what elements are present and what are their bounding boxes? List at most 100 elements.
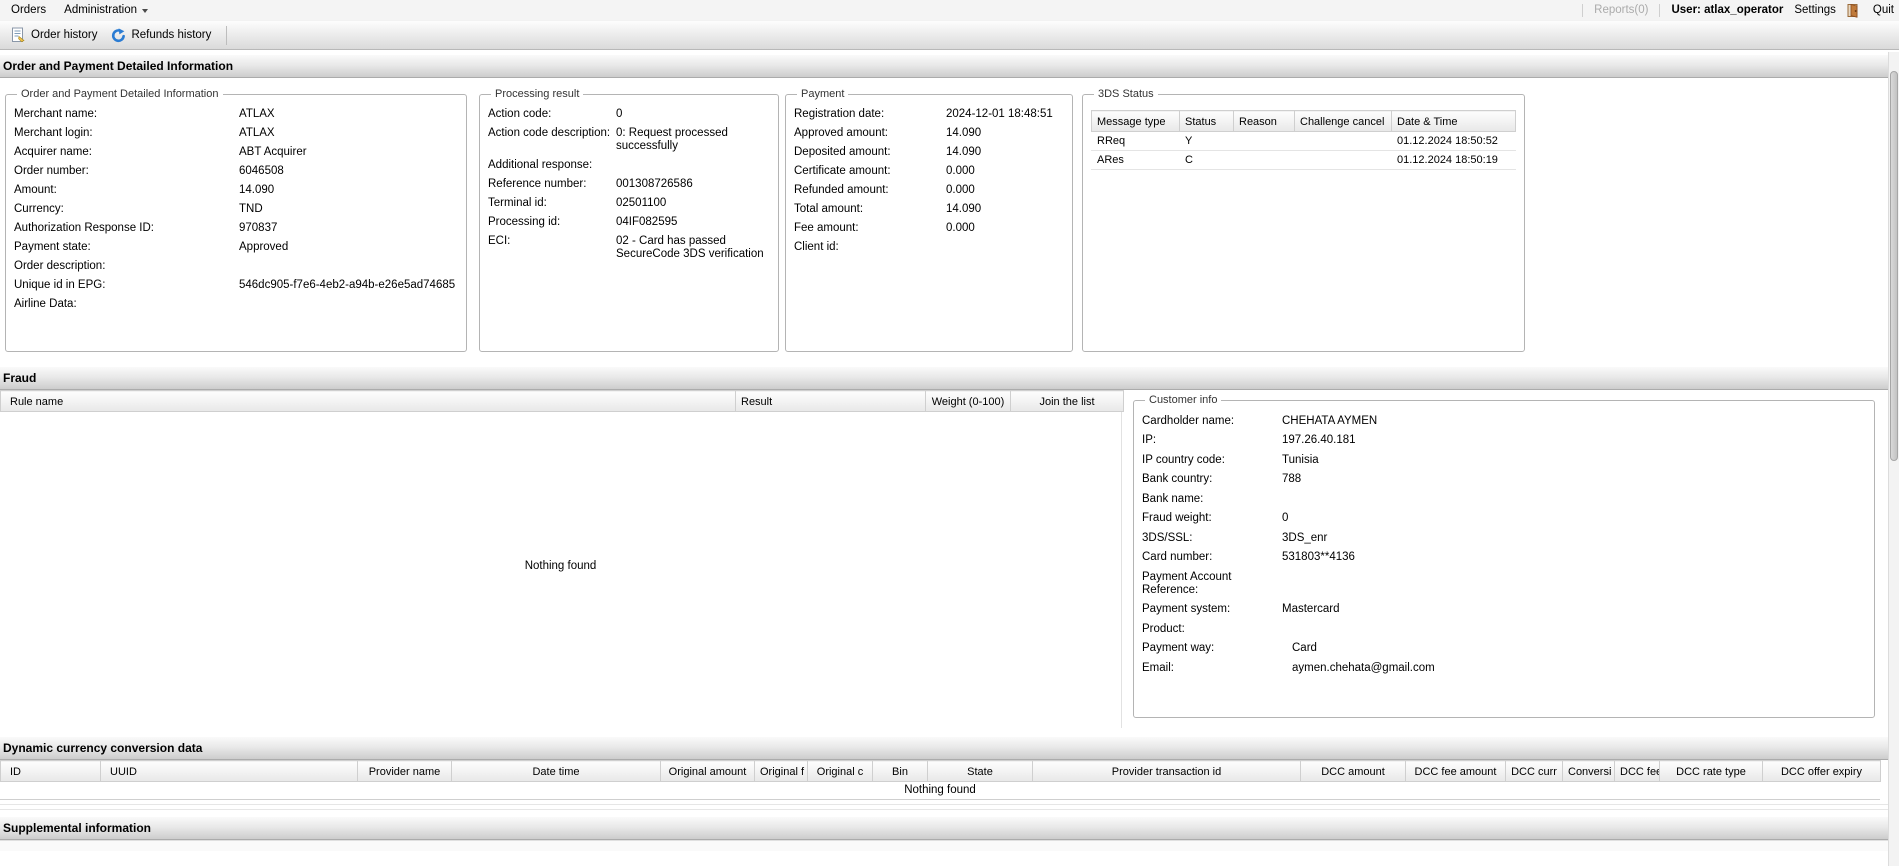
- column-header[interactable]: DCC fee: [1614, 760, 1660, 782]
- cell: C: [1179, 150, 1234, 170]
- field-label: Payment system:: [1142, 603, 1231, 615]
- field-label: Authorization Response ID:: [14, 222, 154, 234]
- column-header[interactable]: Bin: [872, 760, 928, 782]
- column-header[interactable]: Rule name: [0, 390, 736, 412]
- field-row: Order description:: [14, 256, 458, 275]
- cell: [1233, 150, 1295, 170]
- column-header[interactable]: Date time: [451, 760, 661, 782]
- field-value: 0.000: [946, 184, 975, 196]
- reports-link[interactable]: Reports(0): [1594, 4, 1648, 16]
- field-label: Certificate amount:: [794, 165, 891, 177]
- column-header[interactable]: DCC curr: [1505, 760, 1563, 782]
- empty-table-message: Nothing found: [0, 782, 1880, 800]
- field-row: Processing id: 04IF082595: [488, 212, 770, 231]
- field-row: Reference number: 001308726586: [488, 174, 770, 193]
- column-header[interactable]: Date & Time: [1391, 110, 1516, 132]
- column-header[interactable]: Join the list: [1010, 390, 1124, 412]
- column-header[interactable]: Original c: [807, 760, 873, 782]
- menu-administration-label: Administration: [64, 4, 138, 16]
- column-header[interactable]: Weight (0-100): [925, 390, 1011, 412]
- field-row: Authorization Response ID: 970837: [14, 218, 458, 237]
- column-header[interactable]: Original amount: [660, 760, 755, 782]
- field-row: Action code: 0: [488, 104, 770, 123]
- field-row: Fraud weight: 0: [1142, 508, 1866, 528]
- refunds-history-tab[interactable]: Refunds history: [104, 25, 218, 46]
- field-label: Bank name:: [1142, 492, 1204, 505]
- fieldset-customer-info: Customer info Cardholder name: CHEHATA AY…: [1133, 394, 1875, 718]
- empty-table-message: Nothing found: [0, 412, 1122, 728]
- menubar: Orders Administration Reports(0) User: a…: [0, 0, 1899, 20]
- field-value: [1282, 571, 1866, 597]
- exit-door-icon[interactable]: [1847, 3, 1862, 18]
- menubar-right: Reports(0) User: atlax_operator Settings…: [1582, 3, 1897, 18]
- field-label: Currency:: [14, 203, 64, 215]
- column-header[interactable]: DCC offer expiry: [1762, 760, 1881, 782]
- column-header[interactable]: Conversi: [1562, 760, 1615, 782]
- cell: 01.12.2024 18:50:52: [1391, 131, 1516, 151]
- order-history-icon: [11, 27, 26, 43]
- field-value: 02 - Card has passed SecureCode 3DS veri…: [616, 235, 764, 260]
- column-header[interactable]: Reason: [1233, 110, 1295, 132]
- field-label: Reference number:: [488, 178, 587, 190]
- field-row: Bank name:: [1142, 488, 1866, 508]
- settings-link[interactable]: Settings: [1794, 4, 1836, 16]
- field-value: 14.090: [946, 203, 982, 215]
- column-header[interactable]: Provider name: [357, 760, 452, 782]
- field-label: Client id:: [794, 241, 839, 253]
- field-label: Bank country:: [1142, 473, 1213, 485]
- field-label: Additional response:: [488, 159, 593, 171]
- vertical-scrollbar[interactable]: [1888, 52, 1899, 866]
- field-value: 14.090: [946, 127, 982, 139]
- column-header[interactable]: State: [927, 760, 1033, 782]
- field-label: Cardholder name:: [1142, 414, 1235, 427]
- cell: [1233, 131, 1295, 151]
- field-value: 0.000: [946, 222, 975, 234]
- field-value: 788: [1282, 473, 1302, 485]
- column-header[interactable]: Original f: [754, 760, 808, 782]
- field-value: 0: [1282, 512, 1289, 524]
- field-value: 2024-12-01 18:48:51: [946, 108, 1053, 120]
- dcc-table: ID UUID Provider name Date time Original…: [0, 760, 1881, 782]
- column-header[interactable]: DCC amount: [1300, 760, 1406, 782]
- field-label: Action code:: [488, 108, 552, 120]
- field-value: ATLAX: [239, 108, 275, 120]
- field-label: Order number:: [14, 165, 89, 177]
- table-row[interactable]: ARes C 01.12.2024 18:50:19: [1091, 150, 1516, 170]
- application-window: Orders Administration Reports(0) User: a…: [0, 0, 1899, 866]
- column-header[interactable]: Message type: [1091, 110, 1180, 132]
- column-header[interactable]: UUID: [100, 760, 358, 782]
- column-header[interactable]: Provider transaction id: [1032, 760, 1301, 782]
- menubar-divider: [1659, 3, 1661, 17]
- cell: [1294, 131, 1392, 151]
- table-row[interactable]: RReq Y 01.12.2024 18:50:52: [1091, 131, 1516, 151]
- table-header-row: ID UUID Provider name Date time Original…: [0, 760, 1881, 782]
- field-label: Payment Account Reference:: [1142, 570, 1232, 596]
- field-row: Additional response:: [488, 155, 770, 174]
- column-header[interactable]: DCC fee amount: [1405, 760, 1506, 782]
- column-header[interactable]: DCC rate type: [1659, 760, 1763, 782]
- field-row: Merchant name: ATLAX: [14, 104, 458, 123]
- scrollbar-thumb[interactable]: [1890, 71, 1898, 461]
- column-header[interactable]: Result: [735, 390, 926, 412]
- user-label: User: atlax_operator: [1671, 4, 1784, 16]
- column-header[interactable]: ID: [0, 760, 101, 782]
- section-header-supplemental: Supplemental information: [0, 816, 1899, 840]
- column-header[interactable]: Status: [1179, 110, 1234, 132]
- cell: Y: [1179, 131, 1234, 151]
- field-row: Merchant login: ATLAX: [14, 123, 458, 142]
- order-history-tab[interactable]: Order history: [4, 24, 104, 46]
- fraud-table-area: Rule name Result Weight (0-100) Join the…: [0, 390, 1124, 728]
- section-header-order-payment: Order and Payment Detailed Information: [0, 54, 1899, 78]
- field-row: Terminal id: 02501100: [488, 193, 770, 212]
- field-label: Fee amount:: [794, 222, 859, 234]
- field-label: Email:: [1142, 661, 1174, 674]
- field-value: Card: [1292, 642, 1317, 654]
- quit-link[interactable]: Quit: [1873, 4, 1894, 16]
- column-header[interactable]: Challenge cancel: [1294, 110, 1392, 132]
- toolbar-divider: [226, 25, 228, 45]
- cell: 01.12.2024 18:50:19: [1391, 150, 1516, 170]
- field-label: ECI:: [488, 235, 511, 247]
- field-label: Airline Data:: [14, 298, 77, 310]
- menu-orders[interactable]: Orders: [2, 2, 55, 18]
- menu-administration[interactable]: Administration: [55, 2, 157, 18]
